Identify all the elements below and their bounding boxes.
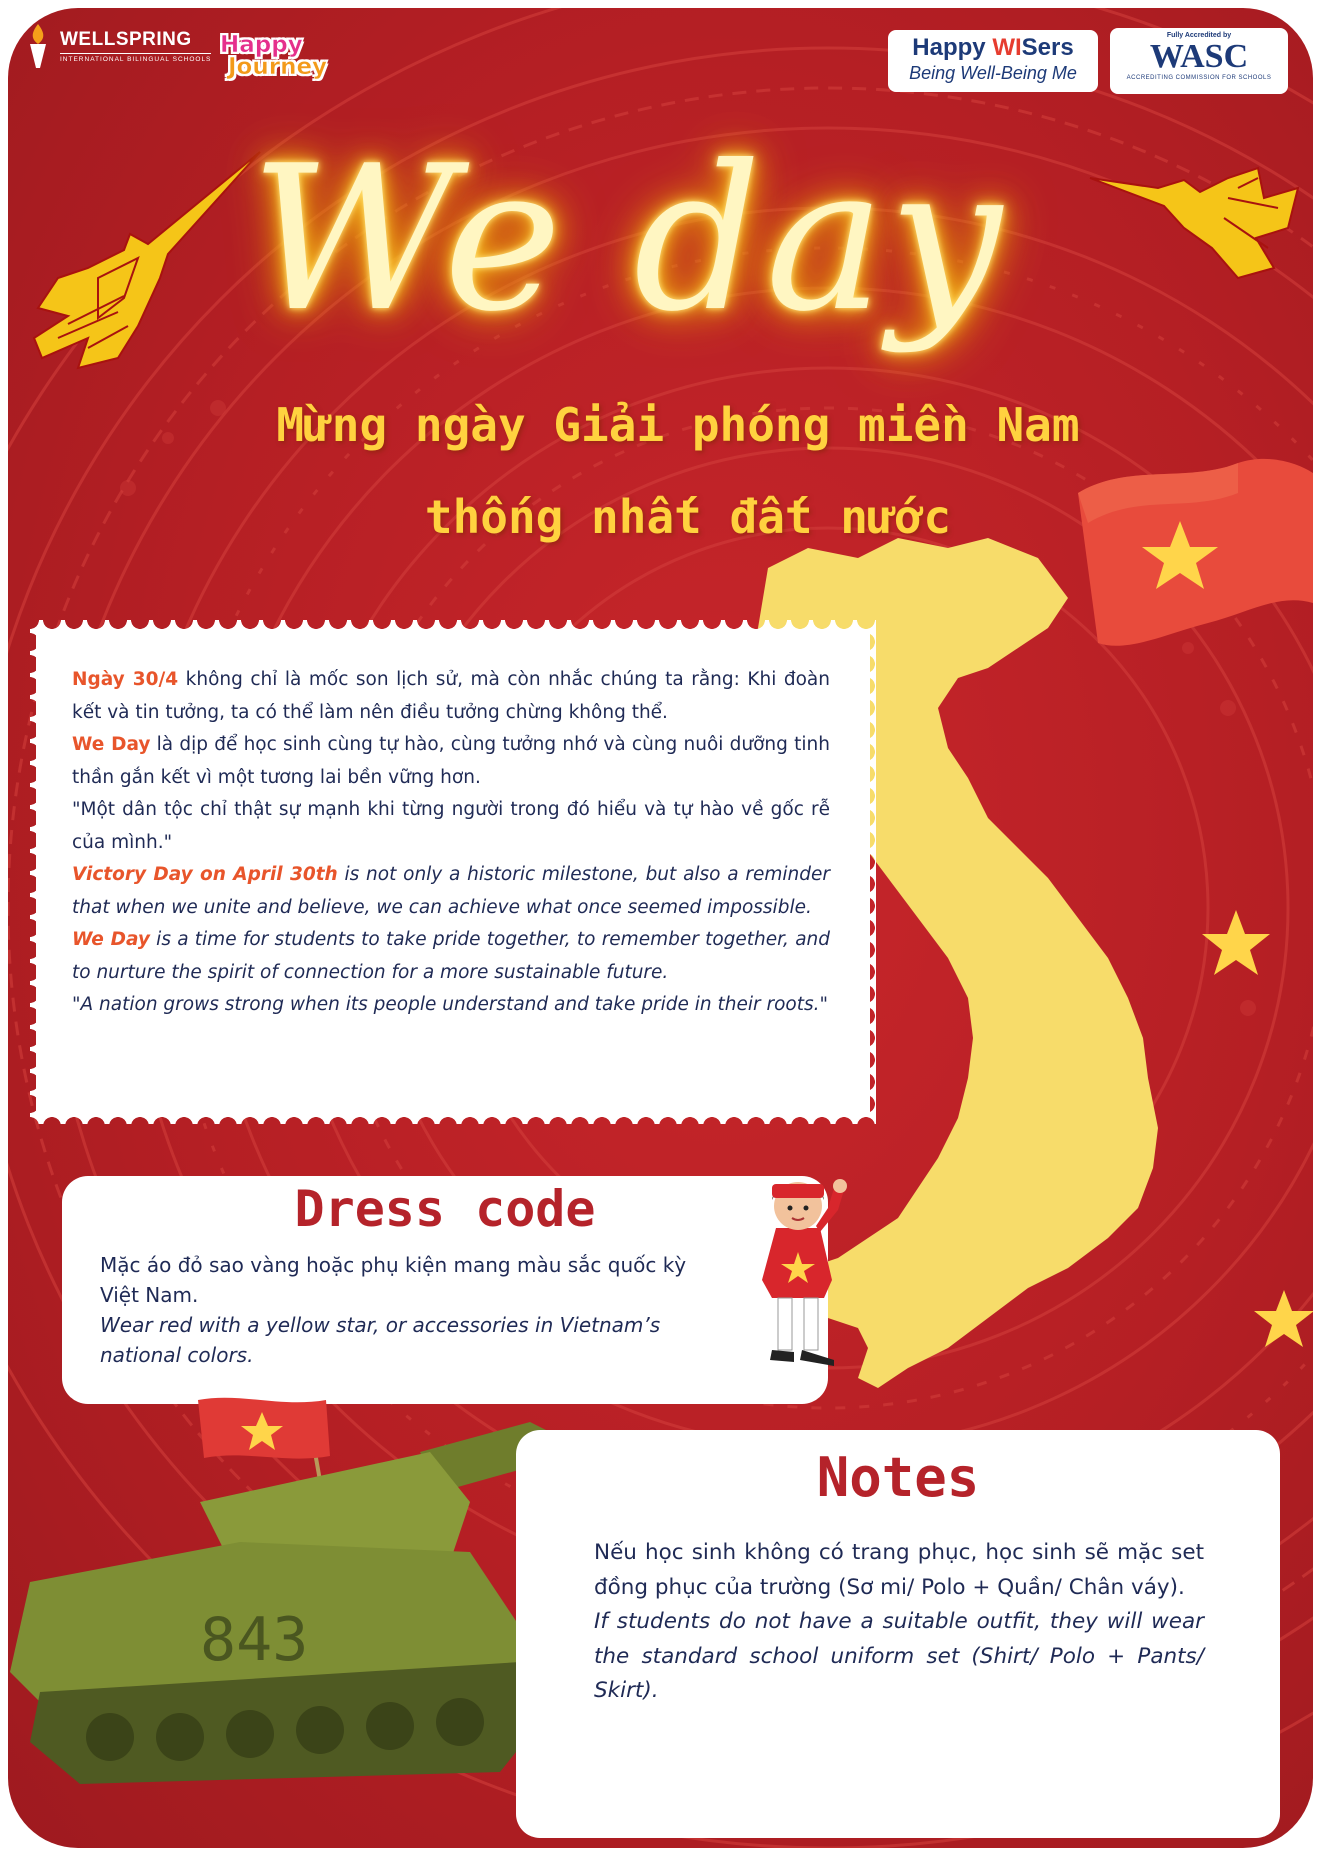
intro-paragraph: Ngày 30/4 không chỉ là mốc son lịch sử, … (72, 664, 830, 729)
notes-title: Notes (816, 1446, 980, 1509)
wasc-name: WASC (1149, 38, 1249, 75)
happy-wisers-part-1: Happy (912, 34, 993, 61)
intro-sentence: không chỉ là mốc son lịch sử, mà còn nhắ… (72, 669, 830, 723)
intro-highlight: We Day (72, 929, 150, 950)
intro-highlight: Ngày 30/4 (72, 669, 179, 690)
intro-highlight: We Day (72, 734, 151, 755)
dress-code-en: Wear red with a yellow star, or accessor… (100, 1313, 661, 1367)
intro-text: Ngày 30/4 không chỉ là mốc son lịch sử, … (72, 664, 830, 1022)
boy-in-ao-dai-icon (762, 1179, 847, 1366)
wellspring-logo: WELLSPRING INTERNATIONAL BILINGUAL SCHOO… (22, 22, 212, 70)
intro-quote-en: "A nation grows strong when its people u… (72, 994, 829, 1015)
wasc-bottom-text: ACCREDITING COMMISSION FOR SCHOOLS (1126, 75, 1272, 81)
we-day-title: We day (250, 123, 1006, 356)
happy-journey-line-1: Happy (220, 32, 303, 58)
intro-quote-vi: "Một dân tộc chỉ thật sự mạnh khi từng n… (72, 799, 830, 853)
intro-paragraph-en: We Day is a time for students to take pr… (72, 924, 830, 989)
star-icon (1202, 910, 1270, 975)
happy-wisers-part-3: Sers (1021, 34, 1074, 61)
intro-sentence: is a time for students to take pride tog… (72, 929, 830, 983)
happy-journey-line-2: Journey (228, 54, 328, 80)
dress-code-vi: Mặc áo đỏ sao vàng hoặc phụ kiện mang mà… (100, 1253, 687, 1307)
wellspring-name: WELLSPRING (60, 28, 192, 50)
dress-code-title: Dress code (294, 1180, 596, 1238)
star-icon (1254, 1290, 1313, 1347)
subtitle-line-2: thống nhất đất nước (424, 490, 952, 544)
notes-en: If students do not have a suitable outfi… (594, 1609, 1204, 1703)
intro-sentence: là dịp để học sinh cùng tự hào, cùng tưở… (72, 734, 830, 788)
golden-crane-right-icon (1089, 166, 1300, 280)
wasc-logo: Fully Accredited by WASC ACCREDITING COM… (1110, 28, 1288, 94)
happy-wisers-name: Happy WISers (888, 34, 1098, 62)
dress-code-text: Mặc áo đỏ sao vàng hoặc phụ kiện mang mà… (100, 1250, 710, 1370)
subtitle-line-1: Mừng ngày Giải phóng miền Nam (276, 398, 1080, 452)
wellspring-subtitle: INTERNATIONAL BILINGUAL SCHOOLS (60, 52, 212, 63)
happy-wisers-part-2: WI (992, 34, 1022, 61)
tank-number: 843 (200, 1605, 308, 1675)
intro-paragraph-en: Victory Day on April 30th is not only a … (72, 859, 830, 924)
tank-icon: 843 (10, 1397, 550, 1784)
torch-icon (30, 24, 46, 68)
intro-paragraph: We Day là dịp để học sinh cùng tự hào, c… (72, 729, 830, 794)
happy-journey-logo: Happy Journey (220, 32, 328, 104)
notes-text: Nếu học sinh không có trang phục, học si… (594, 1536, 1204, 1709)
happy-wisers-logo: Happy WISers Being Well-Being Me (888, 30, 1098, 92)
happy-wisers-tagline: Being Well-Being Me (909, 63, 1077, 83)
notes-vi: Nếu học sinh không có trang phục, học si… (594, 1540, 1204, 1600)
intro-highlight: Victory Day on April 30th (72, 864, 338, 885)
